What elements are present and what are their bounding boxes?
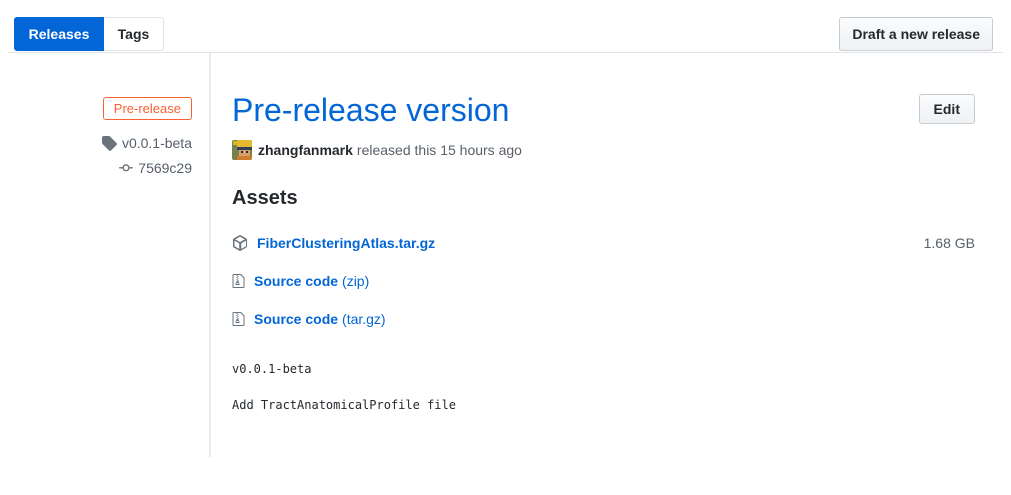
release-title-row: Pre-release version Edit [232,91,975,129]
author-avatar[interactable] [232,140,252,160]
draft-new-release-button[interactable]: Draft a new release [839,17,993,51]
source-zip-link[interactable]: Source code [254,273,338,289]
asset-size: 1.68 GB [923,235,975,251]
release-main: Pre-release version Edit zhangfanmark re [211,53,1011,457]
releases-header: Releases Tags Draft a new release [0,0,1011,52]
released-ago-text: released this 15 hours ago [356,142,522,158]
tab-releases[interactable]: Releases [14,17,104,51]
tag-name: v0.0.1-beta [121,135,192,151]
asset-row: Source code (tar.gz) [232,309,975,329]
file-zip-icon [232,274,245,288]
git-commit-icon [119,164,134,172]
source-targz-suffix[interactable]: (tar.gz) [342,311,386,327]
asset-row: FiberClusteringAtlas.tar.gz 1.68 GB [232,233,975,253]
commit-sha[interactable]: 7569c29 [138,160,192,176]
source-targz-link[interactable]: Source code [254,311,338,327]
prerelease-badge: Pre-release [102,97,192,120]
author-name-link[interactable]: zhangfanmark [258,142,353,158]
assets-heading: Assets [232,187,298,209]
release-description: v0.0.1-beta Add TractAnatomicalProfile f… [232,362,975,412]
source-zip-suffix[interactable]: (zip) [342,273,369,289]
release-meta: zhangfanmark released this 15 hours ago [232,140,975,160]
asset-row: Source code (zip) [232,271,975,291]
description-line: Add TractAnatomicalProfile file [232,398,456,412]
releases-tags-switcher: Releases Tags [14,17,164,51]
tab-tags[interactable]: Tags [104,17,164,51]
file-zip-icon [232,312,245,326]
release-entry: Pre-release v0.0.1-beta 7569c29 Pre-rele… [0,53,1011,457]
tag-icon [101,136,117,151]
release-sidebar: Pre-release v0.0.1-beta 7569c29 [0,53,211,457]
commit-row: 7569c29 [0,160,192,176]
description-line: v0.0.1-beta [232,362,312,376]
edit-release-button[interactable]: Edit [918,94,975,124]
package-icon [233,235,247,251]
asset-download-link[interactable]: FiberClusteringAtlas.tar.gz [257,235,435,251]
release-title-link[interactable]: Pre-release version [232,91,509,129]
tag-row: v0.0.1-beta [0,135,192,151]
